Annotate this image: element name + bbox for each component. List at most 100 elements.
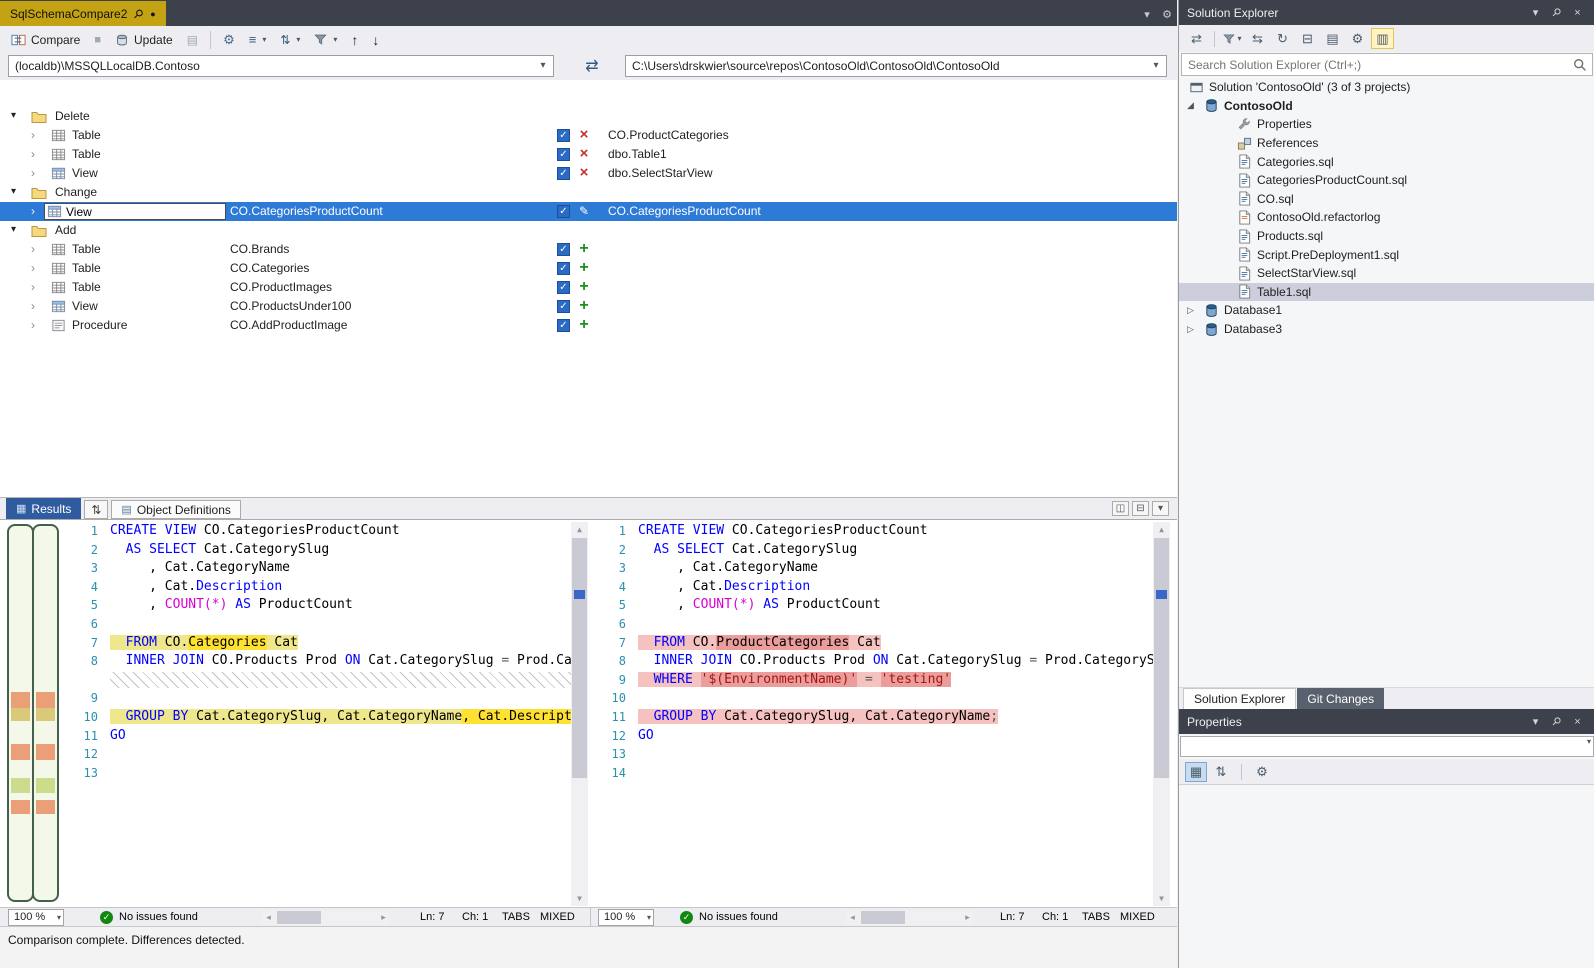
include-checkbox[interactable]: ✓ [557, 300, 570, 313]
tree-item-categories-sql[interactable]: Categories.sql [1179, 152, 1594, 171]
focused-type-cell[interactable]: View [44, 203, 226, 220]
include-checkbox[interactable]: ✓ [557, 243, 570, 256]
grid-row-view-dbo-selectstarview[interactable]: ›View✓×dbo.SelectStarView [0, 164, 1177, 183]
scroll-up-icon[interactable]: ▲ [571, 522, 588, 537]
property-pages-icon[interactable]: ⚙ [1251, 762, 1273, 782]
sort-alphabetical-icon[interactable]: ⇅ [1210, 762, 1232, 782]
grid-group-row[interactable]: ▾Change [0, 183, 1177, 202]
include-checkbox[interactable]: ✓ [557, 281, 570, 294]
expand-arrow-icon[interactable]: › [31, 261, 35, 275]
search-box[interactable] [1181, 53, 1593, 76]
group-results-button[interactable]: ≡▾ [242, 28, 274, 51]
scroll-left-icon[interactable]: ◂ [846, 910, 859, 925]
scrollbar-thumb[interactable] [861, 911, 905, 924]
tree-item-solution-contosoold-3-of-3-projects[interactable]: Solution 'ContosoOld' (3 of 3 projects) [1179, 78, 1594, 97]
tree-item-contosoold-refactorlog[interactable]: ContosoOld.refactorlog [1179, 208, 1594, 227]
pin-icon[interactable]: ⚲ [1545, 710, 1568, 733]
grid-row-table-co-brands[interactable]: ›TableCO.Brands✓+ [0, 240, 1177, 259]
tree-item-table1-sql[interactable]: Table1.sql [1179, 283, 1594, 302]
grid-group-row[interactable]: ▾Delete [0, 107, 1177, 126]
expand-arrow-icon[interactable]: › [31, 166, 35, 180]
scrollbar-thumb[interactable] [1154, 538, 1169, 778]
tree-item-contosoold[interactable]: ◢ContosoOld [1179, 97, 1594, 116]
filter-results-button[interactable]: ▾ [307, 28, 344, 51]
source-connection-combobox[interactable]: (localdb)\MSSQLLocalDB.Contoso ▾ [8, 55, 554, 77]
expand-arrow-icon[interactable]: › [31, 280, 35, 294]
scroll-left-icon[interactable]: ◂ [262, 910, 275, 925]
compare-button[interactable]: Compare [4, 28, 87, 51]
definition-sort-button[interactable]: ⇅ [84, 500, 108, 519]
previous-difference-button[interactable]: ↑ [344, 28, 365, 51]
tab-object-definitions[interactable]: ▤ Object Definitions [111, 500, 240, 519]
chevron-down-icon[interactable]: ▾ [1137, 8, 1157, 21]
refresh-icon[interactable]: ↻ [1271, 28, 1294, 49]
collapse-pane-icon[interactable]: ▾ [1152, 501, 1169, 516]
pending-filter-icon[interactable]: ▾ [1221, 28, 1244, 49]
grid-row-table-co-productimages[interactable]: ›TableCO.ProductImages✓+ [0, 278, 1177, 297]
pin-icon[interactable]: ⚲ [1545, 1, 1568, 24]
target-code-pane[interactable]: 1CREATE VIEW CO.CategoriesProductCount2 … [592, 522, 1170, 906]
tree-item-database3[interactable]: ▷Database3 [1179, 320, 1594, 339]
show-all-files-icon[interactable]: ▤ [1321, 28, 1344, 49]
categorized-icon[interactable]: ▦ [1185, 762, 1207, 782]
search-icon[interactable] [1573, 58, 1587, 75]
chevron-down-icon[interactable]: ▾ [535, 56, 551, 76]
target-connection-combobox[interactable]: C:\Users\drskwier\source\repos\ContosoOl… [625, 55, 1167, 77]
tree-item-properties[interactable]: Properties [1179, 115, 1594, 134]
tree-item-co-sql[interactable]: CO.sql [1179, 190, 1594, 209]
update-button[interactable]: Update [108, 28, 180, 51]
tree-item-script-predeployment1-sql[interactable]: Script.PreDeployment1.sql [1179, 245, 1594, 264]
chevron-down-icon[interactable]: ▾ [1526, 6, 1545, 19]
tool-window-tab-git-changes[interactable]: Git Changes [1297, 688, 1384, 709]
tool-window-tab-solution-explorer[interactable]: Solution Explorer [1183, 688, 1296, 709]
split-horizontal-icon[interactable]: ⊟ [1132, 501, 1149, 516]
tree-item-database1[interactable]: ▷Database1 [1179, 301, 1594, 320]
expand-arrow-icon[interactable]: ▷ [1187, 324, 1199, 335]
grid-row-view-co-categoriesproductcount[interactable]: ›ViewCO.CategoriesProductCount✓✎CO.Categ… [0, 202, 1177, 221]
sort-results-button[interactable]: ⇅▾ [273, 28, 307, 51]
expand-arrow-icon[interactable]: › [31, 204, 35, 218]
tree-item-products-sql[interactable]: Products.sql [1179, 227, 1594, 246]
include-checkbox[interactable]: ✓ [557, 129, 570, 142]
scrollbar-thumb[interactable] [572, 538, 587, 778]
horizontal-scrollbar[interactable]: ◂▸ [262, 910, 390, 925]
include-checkbox[interactable]: ✓ [557, 167, 570, 180]
switch-source-target-button[interactable]: ⇄ [566, 55, 618, 77]
zoom-combobox[interactable]: 100 %▾ [598, 909, 654, 926]
grid-row-view-co-productsunder100[interactable]: ›ViewCO.ProductsUnder100✓+ [0, 297, 1177, 316]
close-icon[interactable]: × [1568, 7, 1587, 19]
split-vertical-icon[interactable]: ◫ [1112, 501, 1129, 516]
grid-row-procedure-co-addproductimage[interactable]: ›ProcedureCO.AddProductImage✓+ [0, 316, 1177, 335]
source-code[interactable]: 1CREATE VIEW CO.CategoriesProductCount2 … [64, 522, 571, 906]
properties-title-bar[interactable]: Properties ▾ ⚲ × [1179, 709, 1594, 734]
expand-arrow-icon[interactable]: › [31, 128, 35, 142]
scrollbar-thumb[interactable] [277, 911, 321, 924]
collapse-all-icon[interactable]: ⊟ [1296, 28, 1319, 49]
tree-item-selectstarview-sql[interactable]: SelectStarView.sql [1179, 264, 1594, 283]
properties-icon[interactable]: ⚙ [1346, 28, 1369, 49]
tab-results[interactable]: ▦ Results [6, 498, 81, 519]
expand-arrow-icon[interactable]: ▷ [1187, 305, 1199, 316]
scroll-down-icon[interactable]: ▼ [1153, 891, 1170, 906]
scroll-up-icon[interactable]: ▲ [1153, 522, 1170, 537]
options-button[interactable]: ⚙ [216, 28, 242, 51]
search-input[interactable] [1182, 54, 1564, 75]
source-code-pane[interactable]: 1CREATE VIEW CO.CategoriesProductCount2 … [64, 522, 588, 906]
scroll-right-icon[interactable]: ▸ [377, 910, 390, 925]
grid-row-table-dbo-table1[interactable]: ›Table✓×dbo.Table1 [0, 145, 1177, 164]
target-code[interactable]: 1CREATE VIEW CO.CategoriesProductCount2 … [592, 522, 1153, 906]
stop-button[interactable]: ■ [87, 28, 108, 51]
include-checkbox[interactable]: ✓ [557, 319, 570, 332]
vertical-scrollbar[interactable]: ▲ ▼ [571, 522, 588, 906]
close-icon[interactable]: × [1568, 716, 1587, 728]
vertical-scrollbar[interactable]: ▲ ▼ [1153, 522, 1170, 906]
expand-arrow-icon[interactable]: › [31, 318, 35, 332]
grid-group-row[interactable]: ▾Add [0, 221, 1177, 240]
collapse-arrow-icon[interactable]: ▾ [11, 110, 16, 121]
collapse-arrow-icon[interactable]: ▾ [11, 224, 16, 235]
scroll-right-icon[interactable]: ▸ [961, 910, 974, 925]
tree-item-categoriesproductcount-sql[interactable]: CategoriesProductCount.sql [1179, 171, 1594, 190]
scroll-down-icon[interactable]: ▼ [571, 891, 588, 906]
grid-row-table-co-productcategories[interactable]: ›Table✓×CO.ProductCategories [0, 126, 1177, 145]
next-difference-button[interactable]: ↓ [365, 28, 386, 51]
